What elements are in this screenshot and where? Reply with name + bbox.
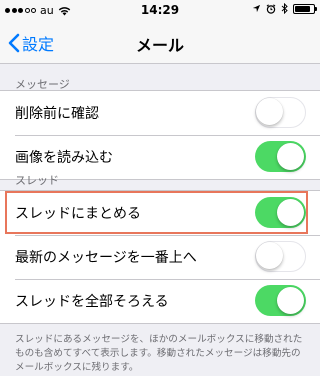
row-label: スレッドを全部そろえる	[15, 294, 169, 310]
messages-group: 削除前に確認 画像を読み込む	[0, 90, 320, 180]
row-label: スレッドにまとめる	[15, 206, 141, 222]
toggle-knob	[277, 143, 304, 170]
toggle-knob	[277, 199, 304, 226]
toggle-knob	[256, 242, 283, 269]
organize-by-thread-toggle[interactable]	[255, 197, 306, 228]
confirm-delete-toggle[interactable]	[255, 97, 306, 128]
status-right	[252, 3, 317, 14]
bluetooth-icon	[281, 3, 288, 14]
toggle-knob	[256, 98, 283, 125]
navigation-bar: 設定 メール	[0, 20, 320, 64]
row-complete-threads: スレッドを全部そろえる	[0, 279, 320, 323]
toggle-knob	[277, 287, 304, 314]
row-confirm-delete: 削除前に確認	[0, 91, 320, 135]
row-label: 画像を読み込む	[15, 150, 113, 166]
threads-group: スレッドにまとめる 最新のメッセージを一番上へ スレッドを全部そろえる	[0, 190, 320, 324]
most-recent-on-top-toggle[interactable]	[255, 241, 306, 272]
alarm-clock-icon	[266, 3, 276, 14]
page-title: メール	[135, 36, 184, 55]
row-organize-by-thread: スレッドにまとめる	[0, 191, 320, 235]
battery-icon	[293, 3, 317, 14]
section-header-threads: スレッド	[15, 174, 59, 187]
load-images-toggle[interactable]	[255, 141, 306, 172]
complete-threads-toggle[interactable]	[255, 285, 306, 316]
threads-footer-note: スレッドにあるメッセージを、ほかのメールボックスに移動されたものも含めてすべて表…	[15, 334, 303, 373]
row-label: 削除前に確認	[15, 106, 99, 122]
row-most-recent-on-top: 最新のメッセージを一番上へ	[0, 235, 320, 279]
location-arrow-icon	[252, 4, 261, 13]
status-bar: au 14:29	[0, 0, 320, 20]
row-label: 最新のメッセージを一番上へ	[15, 250, 197, 266]
